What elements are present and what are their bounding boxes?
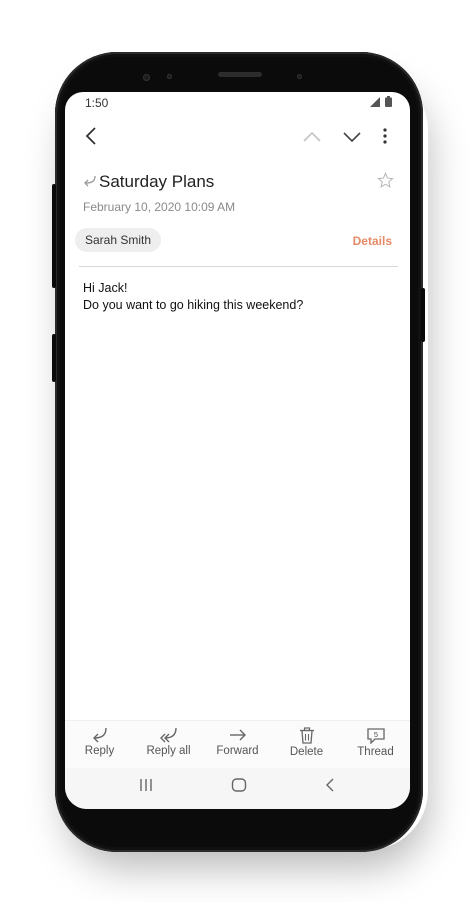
action-label: Reply: [84, 745, 115, 757]
forward-icon: [229, 729, 246, 741]
front-camera-icon: [143, 74, 150, 81]
reply-all-icon: [159, 727, 177, 743]
action-label: Forward: [216, 745, 259, 757]
thread-count: 5: [373, 730, 377, 739]
replied-icon: [84, 175, 96, 187]
thread-button[interactable]: 5 Thread: [341, 721, 410, 769]
subject-row: Saturday Plans: [83, 172, 394, 198]
email-date: February 10, 2020 10:09 AM: [83, 200, 236, 214]
sensor-icon: [297, 74, 302, 79]
signal-icon: [370, 97, 380, 107]
more-options-button[interactable]: [377, 124, 393, 148]
thread-icon: 5: [366, 728, 385, 744]
body-line: Do you want to go hiking this weekend?: [83, 298, 304, 312]
back-arrow-icon: [85, 127, 96, 145]
battery-icon: [385, 96, 392, 107]
action-label: Reply all: [146, 745, 191, 757]
nav-back-button[interactable]: [325, 778, 335, 797]
previous-email-button[interactable]: [299, 126, 325, 148]
system-navigation-bar: [65, 768, 410, 809]
bottom-action-bar: Reply Reply all Forward Delete 5 Thread: [65, 720, 410, 769]
app-bar: [65, 116, 410, 158]
power-button: [421, 288, 425, 342]
sensor-icon: [167, 74, 172, 79]
recent-apps-icon: [140, 779, 152, 791]
status-time: 1:50: [85, 96, 109, 110]
status-icons: [370, 96, 392, 107]
screen: 1:50 Saturday Plans February 10, 2020 10…: [65, 92, 410, 809]
star-icon[interactable]: [377, 172, 394, 189]
chevron-up-icon: [303, 132, 321, 142]
delete-button[interactable]: Delete: [272, 721, 341, 769]
earpiece-speaker: [218, 72, 262, 77]
reply-icon: [92, 727, 107, 743]
volume-button: [52, 184, 56, 288]
sender-chip[interactable]: Sarah Smith: [75, 228, 162, 252]
chevron-down-icon: [343, 132, 361, 142]
details-link[interactable]: Details: [353, 234, 392, 248]
nav-back-icon: [326, 778, 334, 792]
phone-frame: 1:50 Saturday Plans February 10, 2020 10…: [52, 52, 425, 852]
home-icon: [231, 778, 247, 792]
home-button[interactable]: [231, 778, 247, 797]
body-line: Hi Jack!: [83, 281, 128, 295]
action-label: Thread: [357, 746, 394, 758]
next-email-button[interactable]: [339, 126, 365, 148]
more-vert-icon: [383, 128, 387, 144]
recent-apps-button[interactable]: [139, 778, 153, 797]
status-bar: 1:50: [65, 92, 410, 114]
email-body: Hi Jack! Do you want to go hiking this w…: [83, 280, 303, 314]
reply-all-button[interactable]: Reply all: [134, 721, 203, 769]
back-button[interactable]: [79, 124, 103, 148]
email-subject: Saturday Plans: [99, 172, 215, 191]
action-label: Delete: [289, 746, 324, 758]
reply-button[interactable]: Reply: [65, 721, 134, 769]
trash-icon: [299, 727, 314, 744]
forward-button[interactable]: Forward: [203, 721, 272, 769]
bixby-button: [52, 334, 56, 382]
divider: [79, 266, 398, 267]
